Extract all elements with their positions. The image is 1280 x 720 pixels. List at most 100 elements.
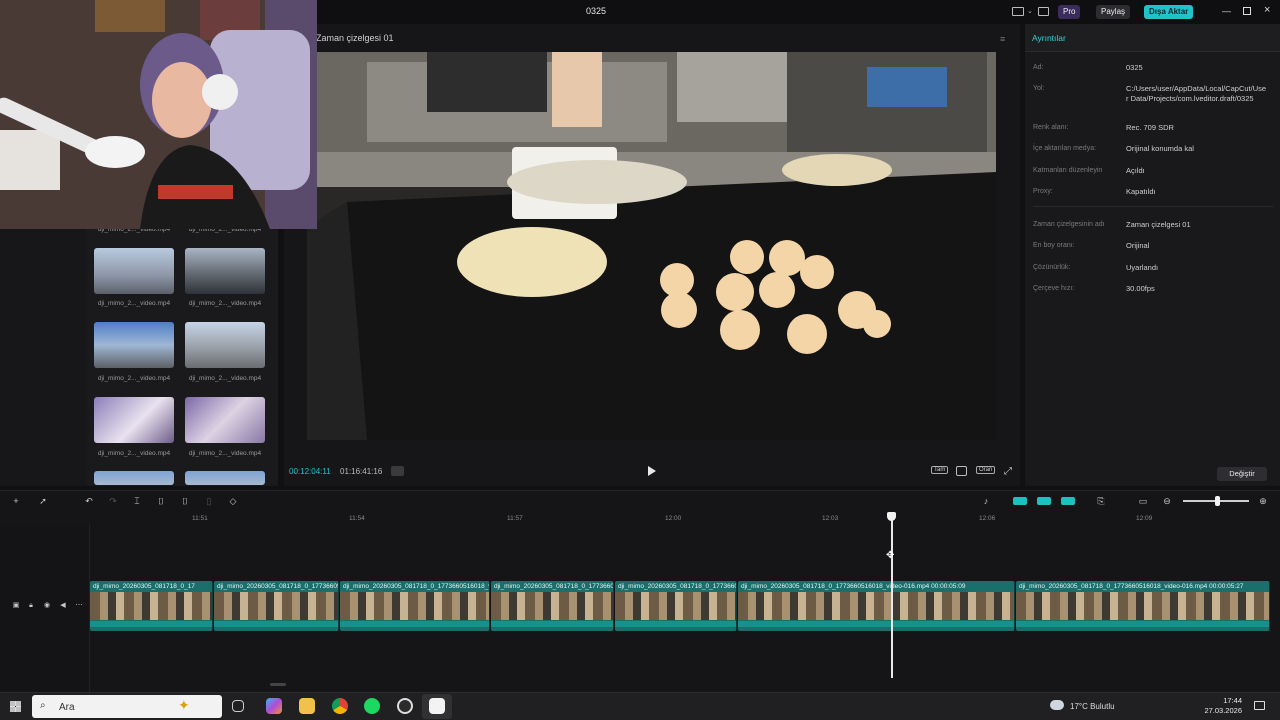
eye-icon[interactable]: ◉ <box>42 601 52 611</box>
chrome-icon[interactable] <box>332 698 348 714</box>
pro-button[interactable]: Pro <box>1058 5 1081 19</box>
time-ruler[interactable] <box>90 512 1280 524</box>
shield-icon[interactable]: ◇ <box>228 496 238 506</box>
ruler-tick: 12:06 <box>979 515 996 522</box>
detail-value: Açıldı <box>1126 166 1145 175</box>
media-thumbnail[interactable] <box>185 322 265 368</box>
track-cover-icon[interactable]: ▣ <box>11 601 21 611</box>
media-item-label: dji_mimo_2..._video.mp4 <box>188 300 262 307</box>
zoom-out-icon[interactable]: ⊖ <box>1162 496 1172 506</box>
clip-thumbnails <box>214 592 338 620</box>
ruler-tick: 11:57 <box>507 515 523 522</box>
media-thumbnail[interactable] <box>94 248 174 294</box>
clip-thumbnails <box>340 592 489 620</box>
windows-start-icon[interactable] <box>10 701 21 712</box>
chevron-down-icon[interactable]: ⌄ <box>1027 7 1033 15</box>
horizontal-scrollbar[interactable] <box>270 683 286 686</box>
obs-icon[interactable] <box>397 698 413 714</box>
webcam-overlay <box>0 0 317 229</box>
video-preview[interactable] <box>307 52 996 440</box>
export-button[interactable]: Dışa Aktar <box>1144 5 1194 19</box>
clip-name: dji_mimo_20260305_081718_0_17736605 <box>494 583 614 590</box>
subtitle-icon[interactable] <box>1038 7 1049 16</box>
share-label: Paylaş <box>1101 7 1126 16</box>
copilot-icon[interactable] <box>266 698 282 714</box>
ruler-tick: 12:00 <box>665 515 682 522</box>
timecode-icon[interactable] <box>391 466 404 476</box>
minimize-icon[interactable]: — <box>1222 6 1231 16</box>
fullscreen-icon[interactable]: ⤢ <box>1004 466 1012 477</box>
ruler-tick: 11:51 <box>192 515 208 522</box>
taskbar-clock[interactable]: 17:44 27.03.2026 <box>1196 696 1242 716</box>
caption-icon[interactable]: ▭ <box>1138 496 1148 506</box>
media-thumbnail[interactable] <box>94 397 174 443</box>
zoom-in-icon[interactable]: ⊕ <box>1258 496 1268 506</box>
timeline-clip[interactable]: dji_mimo_20260305_081718_0_17736605 <box>214 581 339 631</box>
divider <box>1033 206 1273 207</box>
share-button[interactable]: Paylaş <box>1096 5 1131 19</box>
details-title: Ayrıntılar <box>1032 33 1066 43</box>
media-thumbnail[interactable] <box>94 471 174 485</box>
weather-text: 17°C Bulutlu <box>1070 702 1115 711</box>
link-icon[interactable] <box>1013 497 1027 505</box>
select-tool-icon[interactable]: ➚ <box>38 496 48 506</box>
media-thumbnail[interactable] <box>185 397 265 443</box>
zoom-slider-handle[interactable] <box>1215 496 1220 506</box>
move-cursor-icon: ✥ <box>886 550 895 561</box>
speaker-icon[interactable]: ◀ <box>58 601 68 611</box>
timeline-clip[interactable]: dji_mimo_20260305_081718_0_1773660516018… <box>340 581 490 631</box>
notification-icon[interactable] <box>1254 701 1265 710</box>
media-item-label: dji_mimo_2..._video.mp4 <box>97 450 171 457</box>
menu-icon[interactable]: ≡ <box>1000 34 1005 44</box>
split-icon[interactable]: ⌶ <box>132 496 142 506</box>
media-item-label: dji_mimo_2..._video.mp4 <box>188 375 262 382</box>
lock-icon[interactable]: 🔒︎ <box>26 601 36 611</box>
timeline-clip[interactable]: dji_mimo_20260305_081718_0_17736605 <box>491 581 614 631</box>
search-icon: ⌕ <box>40 700 46 711</box>
focus-icon[interactable] <box>956 466 967 476</box>
play-icon[interactable] <box>648 466 656 476</box>
clip-audio-bar <box>491 621 613 627</box>
media-thumbnail[interactable] <box>185 471 265 485</box>
detail-label: Çözünürlük: <box>1033 264 1071 271</box>
more-icon[interactable]: ⋯ <box>74 601 84 611</box>
close-icon[interactable]: × <box>1264 4 1270 16</box>
timeline-clip[interactable]: dji_mimo_20260305_081718_0_1773660516018… <box>738 581 1015 631</box>
clip-thumbnails <box>491 592 613 620</box>
microphone-icon[interactable]: ♪ <box>981 496 991 506</box>
media-thumbnail[interactable] <box>94 322 174 368</box>
magnet-icon[interactable] <box>1037 497 1051 505</box>
spotify-icon[interactable] <box>364 698 380 714</box>
delete-icon[interactable]: ▯ <box>204 496 214 506</box>
clip-thumbnails <box>1016 592 1269 620</box>
media-item-label: dji_mimo_2..._video.mp4 <box>97 375 171 382</box>
playhead[interactable] <box>891 513 893 678</box>
clip-audio-bar <box>1016 621 1269 627</box>
ratio-button[interactable]: Tam <box>931 466 949 474</box>
player-title: Zaman çizelgesi 01 <box>316 33 394 43</box>
crop-button[interactable]: Oran <box>976 466 996 474</box>
add-icon[interactable]: + <box>11 496 21 506</box>
snap-icon[interactable] <box>1061 497 1075 505</box>
detail-label: Renk alanı: <box>1033 124 1069 131</box>
total-duration: 01:16:41:16 <box>340 467 383 476</box>
split-right-icon[interactable]: ⌷ <box>180 496 190 506</box>
timeline-clip[interactable]: dji_mimo_20260305_081718_0_17 <box>90 581 213 631</box>
playhead-handle[interactable] <box>887 512 896 521</box>
preview-axis-icon[interactable]: ⎘ <box>1096 496 1106 506</box>
undo-icon[interactable]: ↶ <box>84 496 94 506</box>
detail-value: Zaman çizelgesi 01 <box>1126 220 1191 229</box>
change-button[interactable]: Değiştir <box>1217 467 1267 481</box>
task-view-icon[interactable] <box>232 700 244 712</box>
split-left-icon[interactable]: ⌷ <box>156 496 166 506</box>
media-thumbnail[interactable] <box>185 248 265 294</box>
maximize-icon[interactable] <box>1243 7 1251 15</box>
timeline-clip[interactable]: dji_mimo_20260305_081718_0_1773660516018… <box>1016 581 1270 631</box>
detail-label: Proxy: <box>1033 188 1053 195</box>
file-explorer-icon[interactable] <box>299 698 315 714</box>
layout-icon[interactable] <box>1012 7 1024 16</box>
clip-name: dji_mimo_20260305_081718_0_1773660 <box>618 583 737 590</box>
redo-icon[interactable]: ↷ <box>108 496 118 506</box>
clip-name: dji_mimo_20260305_081718_0_1773660516018… <box>343 583 490 590</box>
timeline-clip[interactable]: dji_mimo_20260305_081718_0_1773660 <box>615 581 737 631</box>
